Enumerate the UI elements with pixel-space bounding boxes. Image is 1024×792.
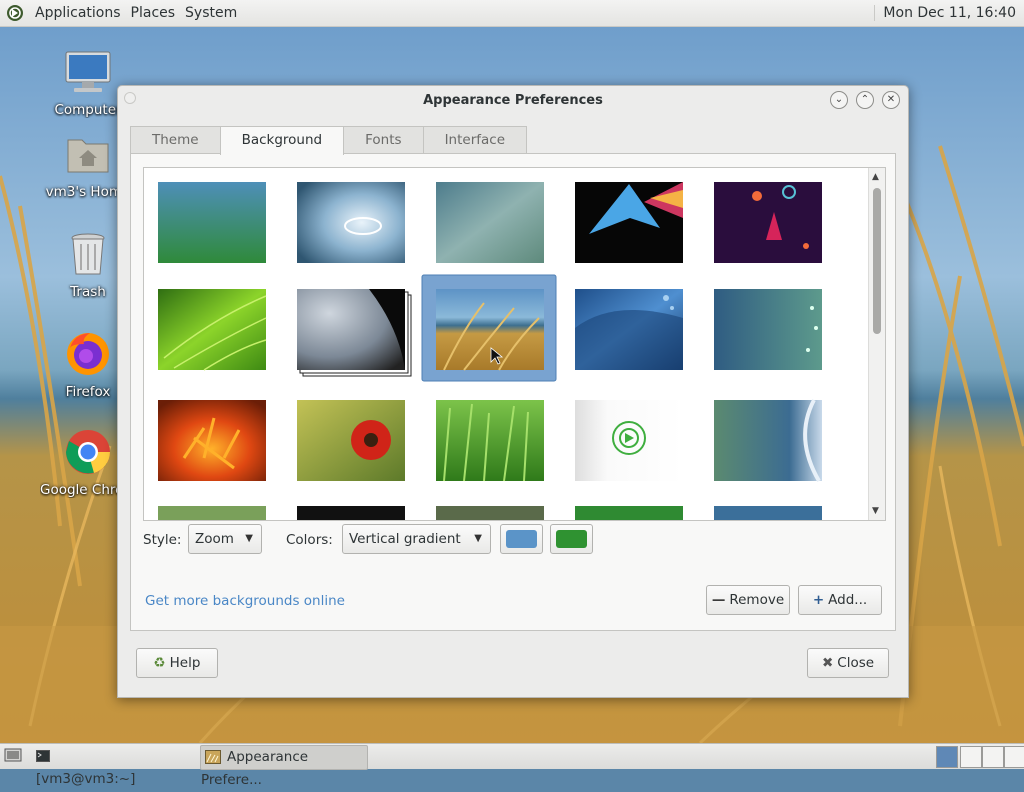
colors-value: Vertical gradient [349,531,461,547]
menu-applications[interactable]: Applications [30,0,126,26]
dropdown-arrow-icon: ▼ [474,533,482,544]
tab-bar: Theme Background Fonts Interface [130,126,896,155]
top-panel: Applications Places System Mon Dec 11, 1… [0,0,1024,27]
close-icon: ✕ [886,94,896,105]
close-window-button[interactable]: ✕ [882,91,900,109]
show-desktop-icon[interactable] [4,748,22,764]
workspace-4[interactable] [1004,746,1024,768]
window-title: Appearance Preferences [423,93,603,108]
scroll-up-icon[interactable]: ▲ [872,172,879,182]
close-button[interactable]: ✖ Close [807,648,889,678]
secondary-color-swatch [556,530,587,548]
tab-interface[interactable]: Interface [422,126,528,153]
wallpaper-scrollbar[interactable]: ▲ ▼ [868,168,885,520]
style-label: Style: [143,532,182,548]
home-folder-icon [67,139,109,173]
minimize-button[interactable]: ⌄ [830,91,848,109]
get-more-backgrounds-link[interactable]: Get more backgrounds online [145,593,345,609]
wallpaper-thumbnails [158,182,822,520]
computer-icon [65,51,111,92]
plus-icon: + [812,592,825,608]
window-menu-button[interactable] [124,92,136,104]
help-button-label: Help [169,655,201,671]
window-titlebar[interactable]: Appearance Preferences ⌄ ⌃ ✕ [118,86,908,116]
dropdown-arrow-icon: ▼ [245,533,253,544]
firefox-icon [67,333,109,375]
maximize-button[interactable]: ⌃ [856,91,874,109]
terminal-icon [36,750,50,762]
menu-places[interactable]: Places [126,0,181,26]
help-lifebuoy-icon: ♻ [153,655,166,671]
tab-theme[interactable]: Theme [130,126,221,153]
close-icon: ✖ [821,655,834,671]
help-button[interactable]: ♻ Help [136,648,218,678]
chevron-down-icon: ⌄ [834,94,844,105]
colors-label: Colors: [286,532,333,548]
taskbar-item-label: [vm3@vm3:~] [36,771,136,787]
tab-background[interactable]: Background [219,126,345,155]
style-combobox[interactable]: Zoom ▼ [188,524,262,554]
colors-combobox[interactable]: Vertical gradient ▼ [342,524,491,554]
remove-button[interactable]: — Remove [706,585,790,615]
background-tab-page: ▲ ▼ Style: Zoom ▼ Colors: Vertical gradi… [130,153,896,631]
scroll-down-icon[interactable]: ▼ [872,506,879,516]
menu-system[interactable]: System [180,0,242,26]
trash-icon [71,233,105,275]
remove-button-label: Remove [729,592,785,608]
tab-fonts[interactable]: Fonts [343,126,424,153]
chevron-up-icon: ⌃ [860,94,870,105]
taskbar-item-appearance[interactable]: Appearance Prefere... [200,745,368,788]
bottom-taskbar: [vm3@vm3:~] Appearance Prefere... [0,743,1024,788]
workspace-3[interactable] [982,746,1004,768]
add-button-label: Add... [828,592,868,608]
style-value: Zoom [195,531,234,547]
appearance-preferences-window: Appearance Preferences ⌄ ⌃ ✕ Theme Backg… [117,85,909,698]
close-button-label: Close [837,655,875,671]
add-button[interactable]: + Add... [798,585,882,615]
workspace-1[interactable] [936,746,958,768]
preferences-notebook: Theme Background Fonts Interface ▲ ▼ Sty… [130,126,896,631]
wallpaper-grid[interactable]: ▲ ▼ [143,167,886,521]
primary-color-swatch [506,530,537,548]
primary-color-button[interactable] [500,524,543,554]
distro-logo-icon[interactable] [6,4,24,22]
scrollbar-thumb[interactable] [873,188,881,334]
chrome-icon [66,430,110,474]
taskbar-item-terminal[interactable]: [vm3@vm3:~] [36,745,148,787]
clock[interactable]: Mon Dec 11, 16:40 [874,5,1024,21]
minus-icon: — [711,592,726,608]
secondary-color-button[interactable] [550,524,593,554]
appearance-icon [205,750,221,764]
workspace-2[interactable] [960,746,982,768]
